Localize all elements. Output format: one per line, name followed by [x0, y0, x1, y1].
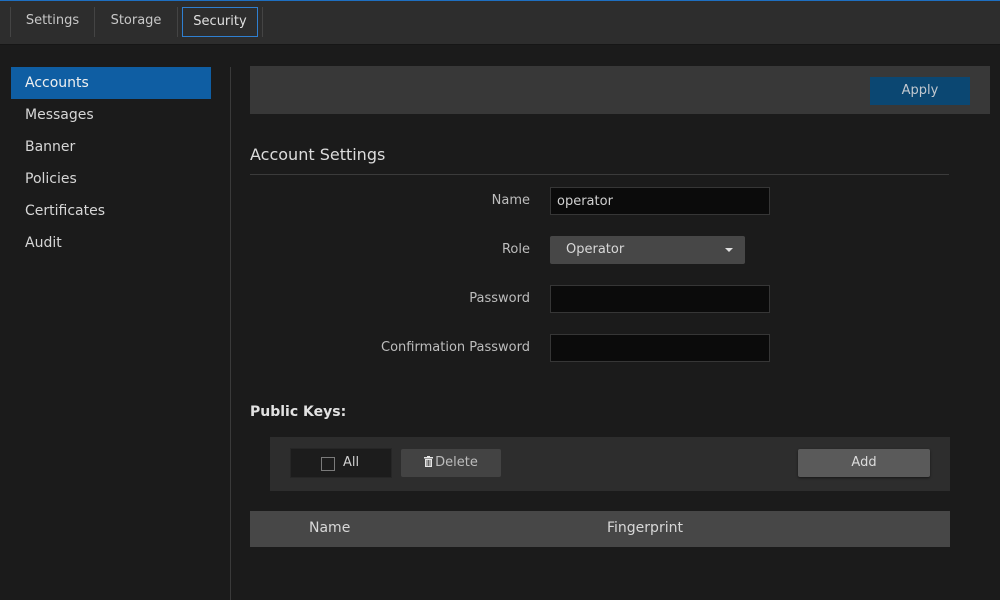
select-all-toggle[interactable]: All	[290, 448, 392, 478]
role-label: Role	[501, 242, 530, 257]
section-title: Account Settings	[250, 145, 386, 164]
name-label: Name	[491, 193, 530, 208]
tab-storage[interactable]: Storage	[95, 7, 177, 37]
delete-button[interactable]: Delete	[401, 449, 501, 477]
trash-icon	[424, 456, 434, 467]
sidebar-item-audit[interactable]: Audit	[11, 227, 211, 259]
add-key-button[interactable]: Add	[798, 449, 930, 477]
chevron-down-icon	[725, 248, 733, 252]
select-all-checkbox[interactable]	[321, 457, 335, 471]
role-selected-value: Operator	[566, 242, 625, 257]
column-header-fingerprint[interactable]: Fingerprint	[607, 520, 683, 536]
tab-settings[interactable]: Settings	[11, 7, 94, 37]
public-keys-title: Public Keys:	[250, 404, 347, 420]
tab-divider	[262, 7, 263, 37]
sidebar-item-messages[interactable]: Messages	[11, 99, 211, 131]
sidebar-item-policies[interactable]: Policies	[11, 163, 211, 195]
sidebar: Accounts Messages Banner Policies Certif…	[0, 46, 230, 600]
section-divider	[250, 174, 949, 175]
public-keys-toolbar: All Delete Add	[270, 437, 950, 491]
top-tab-bar: Settings Storage Security	[0, 0, 1000, 45]
sidebar-item-accounts[interactable]: Accounts	[11, 67, 211, 99]
tab-divider	[177, 7, 178, 37]
role-select[interactable]: Operator	[550, 236, 745, 264]
sidebar-item-certificates[interactable]: Certificates	[11, 195, 211, 227]
public-keys-table-header: Name Fingerprint	[250, 511, 950, 547]
sidebar-item-banner[interactable]: Banner	[11, 131, 211, 163]
password-input[interactable]	[550, 285, 770, 313]
name-input[interactable]	[550, 187, 770, 215]
action-bar: Apply	[250, 66, 990, 114]
column-header-name[interactable]: Name	[309, 520, 350, 536]
sidebar-divider[interactable]	[230, 67, 231, 600]
confirm-password-label: Confirmation Password	[381, 340, 530, 355]
password-label: Password	[469, 291, 530, 306]
tab-security[interactable]: Security	[182, 7, 258, 37]
select-all-label: All	[343, 455, 360, 470]
delete-label: Delete	[435, 455, 478, 470]
confirm-password-input[interactable]	[550, 334, 770, 362]
apply-button[interactable]: Apply	[870, 77, 970, 105]
